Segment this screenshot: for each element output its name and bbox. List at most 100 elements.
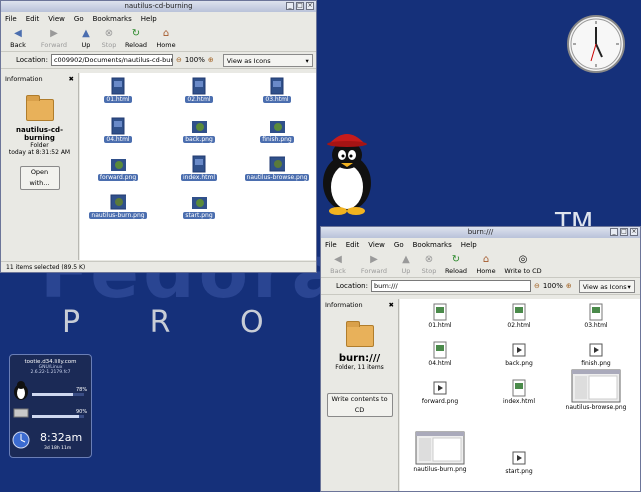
nautilus-window-burn[interactable]: burn:/// _ □ × File Edit View Go Bookmarks… (320, 226, 641, 492)
sidebar-title[interactable]: Information (5, 75, 43, 83)
zoom-in-icon[interactable]: ⊕ (208, 56, 214, 64)
menu-view[interactable]: View (368, 241, 385, 249)
information-sidebar: Information ✖ nautilus-cd-burning Folder … (1, 73, 79, 260)
information-sidebar: Information ✖ burn:/// Folder, 11 items W… (321, 299, 399, 491)
file-item[interactable]: 01.html (410, 303, 470, 329)
memory-percent: 90% (76, 409, 88, 415)
maximize-icon[interactable]: □ (620, 228, 628, 236)
file-item[interactable]: nautilus-browse.png (566, 369, 626, 411)
file-item[interactable]: 02.html (169, 77, 229, 103)
zoom-level[interactable]: 100% (185, 56, 205, 64)
file-icon (432, 341, 448, 359)
close-icon[interactable]: × (630, 228, 638, 236)
back-button[interactable]: ◀ Back (5, 25, 31, 49)
zoom-out-icon[interactable]: ⊖ (176, 56, 182, 64)
forward-button[interactable]: ▶ Forward (35, 25, 73, 49)
maximize-icon[interactable]: □ (296, 2, 304, 10)
forward-button[interactable]: ▶ Forward (355, 251, 393, 275)
minimize-icon[interactable]: _ (286, 2, 294, 10)
write-to-cd-button[interactable]: ◎ Write to CD (503, 251, 543, 275)
reload-button[interactable]: ↻ Reload (443, 251, 469, 275)
file-item[interactable]: forward.png (88, 155, 148, 181)
file-item[interactable]: finish.png (247, 117, 307, 143)
file-icon-view[interactable]: 01.html 02.html 03.html 04.html back.png fini… (400, 299, 640, 491)
home-icon: ⌂ (482, 254, 490, 265)
zoom-in-icon[interactable]: ⊕ (566, 282, 572, 290)
stop-button[interactable]: ⊗ Stop (419, 251, 439, 275)
menu-view[interactable]: View (48, 15, 65, 23)
window-title: burn:/// (467, 228, 494, 236)
minimize-icon[interactable]: _ (610, 228, 618, 236)
home-button[interactable]: ⌂ Home (153, 25, 179, 49)
sidebar-title[interactable]: Information (325, 301, 363, 309)
zoom-out-icon[interactable]: ⊖ (534, 282, 540, 290)
up-button[interactable]: ▲ Up (77, 25, 95, 49)
menu-file[interactable]: File (325, 241, 337, 249)
reload-button[interactable]: ↻ Reload (123, 25, 149, 49)
file-item[interactable]: 04.html (410, 341, 470, 367)
open-with-button[interactable]: Open with... (19, 166, 60, 190)
file-item[interactable]: 01.html (88, 77, 148, 103)
sidebar-folder-date: today at 8:31:52 AM (8, 149, 71, 156)
toolbar: ◀ Back ▶ Forward ▲ Up ⊗ Stop ↻ Reload ⌂ Home (1, 25, 316, 52)
menu-file[interactable]: File (5, 15, 17, 23)
file-item[interactable]: index.html (169, 155, 229, 181)
close-sidebar-icon[interactable]: ✖ (389, 301, 394, 309)
view-as-dropdown[interactable]: View as Icons (222, 53, 313, 67)
file-item[interactable]: nautilus-burn.png (410, 431, 470, 473)
file-item[interactable]: start.png (169, 193, 229, 219)
folder-large-icon (321, 321, 398, 347)
back-button[interactable]: ◀ Back (325, 251, 351, 275)
tux-small-icon (12, 380, 30, 400)
zoom-level[interactable]: 100% (543, 282, 563, 290)
clock-widget[interactable] (567, 15, 625, 73)
menu-bookmarks[interactable]: Bookmarks (413, 241, 452, 249)
file-item[interactable]: 03.html (566, 303, 626, 329)
file-item[interactable]: finish.png (566, 341, 626, 367)
location-input[interactable]: c009902/Documents/nautilus-cd-burning (50, 54, 173, 66)
back-arrow-icon: ◀ (14, 28, 22, 39)
letter-r: R (149, 305, 171, 340)
file-item[interactable]: 02.html (489, 303, 549, 329)
stop-button[interactable]: ⊗ Stop (99, 25, 119, 49)
file-item[interactable]: back.png (169, 117, 229, 143)
location-input[interactable]: burn:/// (370, 280, 531, 292)
menu-help[interactable]: Help (461, 241, 477, 249)
menu-go[interactable]: Go (74, 15, 84, 23)
file-icon (415, 431, 465, 465)
file-item[interactable]: forward.png (410, 379, 470, 405)
cd-burn-icon: ◎ (518, 254, 528, 265)
close-sidebar-icon[interactable]: ✖ (69, 75, 74, 83)
reload-icon: ↻ (451, 254, 461, 265)
cpu-bar (32, 393, 84, 396)
menu-help[interactable]: Help (141, 15, 157, 23)
up-arrow-icon: ▲ (82, 28, 90, 39)
file-item[interactable]: nautilus-burn.png (88, 193, 148, 219)
menu-edit[interactable]: Edit (26, 15, 40, 23)
reload-icon: ↻ (131, 28, 141, 39)
file-item[interactable]: back.png (489, 341, 549, 367)
file-item[interactable]: start.png (489, 449, 549, 475)
write-contents-button[interactable]: Write contents to CD (326, 393, 393, 417)
file-item[interactable]: nautilus-browse.png (244, 155, 310, 181)
file-item[interactable]: 04.html (88, 117, 148, 143)
menu-edit[interactable]: Edit (346, 241, 360, 249)
file-icon-view[interactable]: 01.html 02.html 03.html 04.html back.png fini… (80, 73, 316, 260)
nautilus-window-cd-burning[interactable]: nautilus-cd-burning _ □ × File Edit View G… (0, 0, 317, 273)
close-icon[interactable]: × (306, 2, 314, 10)
up-button[interactable]: ▲ Up (397, 251, 415, 275)
view-as-dropdown[interactable]: View as Icons (578, 279, 635, 293)
up-arrow-icon: ▲ (402, 254, 410, 265)
sysmon-uptime: 3d 18h 11m (44, 446, 72, 451)
window-titlebar[interactable]: nautilus-cd-burning _ □ × (1, 1, 316, 12)
menu-go[interactable]: Go (394, 241, 404, 249)
home-button[interactable]: ⌂ Home (473, 251, 499, 275)
file-label: forward.png (97, 174, 139, 181)
file-item[interactable]: 03.html (247, 77, 307, 103)
window-titlebar[interactable]: burn:/// _ □ × (321, 227, 640, 238)
file-label: nautilus-browse.png (244, 174, 310, 181)
file-item[interactable]: index.html (489, 379, 549, 405)
back-arrow-icon: ◀ (334, 254, 342, 265)
menu-bookmarks[interactable]: Bookmarks (93, 15, 132, 23)
menubar: File Edit View Go Bookmarks Help (321, 238, 640, 251)
